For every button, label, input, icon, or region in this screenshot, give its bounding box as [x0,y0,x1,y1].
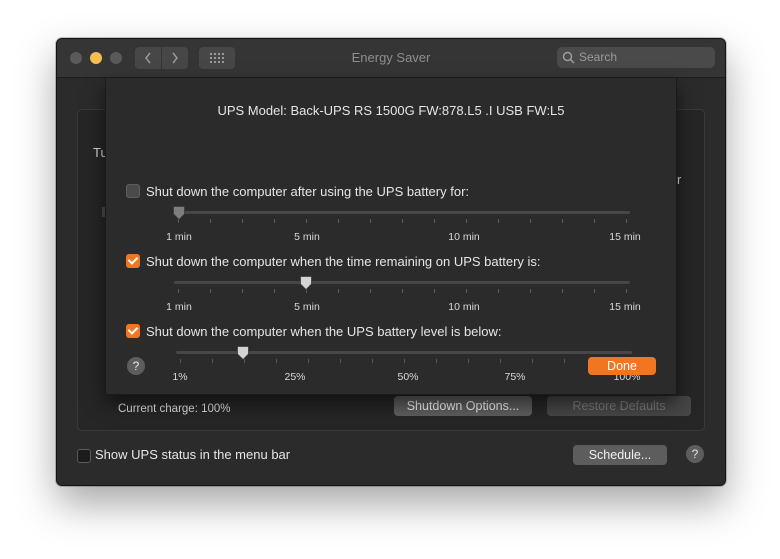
restore-defaults-button[interactable]: Restore Defaults [547,396,691,416]
hidden-label-right: r [677,172,682,187]
slider-tick [562,219,563,223]
slider-tick [532,359,533,363]
slider-tick [468,359,469,363]
slider-label: 75% [504,371,526,383]
slider-tick [242,289,243,293]
slider-label: 10 min [448,231,480,243]
search-icon [562,51,575,64]
slider-tick [404,359,405,363]
slider-tick [178,289,179,293]
slider-tick [530,219,531,223]
search-placeholder: Search [579,50,618,64]
slider-tick [530,289,531,293]
slider-tick [372,359,373,363]
slider-label: 10 min [448,301,480,313]
ups-model-label: UPS Model: Back-UPS RS 1500G FW:878.L5 .… [217,103,565,118]
current-charge: Current charge: 100% [118,403,231,415]
option-3-label: Shut down the computer when the UPS batt… [146,323,502,339]
option-1-checkbox[interactable] [126,184,140,198]
shutdown-options-sheet: UPS Model: Back-UPS RS 1500G FW:878.L5 .… [105,78,677,395]
slider-tick [594,289,595,293]
option-1-row[interactable]: Shut down the computer after using the U… [126,183,469,199]
shutdown-options-button[interactable]: Shutdown Options... [394,396,532,416]
slider-tick [626,219,627,223]
show-ups-status-label: Show UPS status in the menu bar [95,447,291,462]
option-1-label: Shut down the computer after using the U… [146,183,470,199]
slider-tick [338,289,339,293]
slider-tick [338,219,339,223]
title-bar: Energy Saver Search [57,39,725,78]
help-button[interactable]: ? [686,445,704,463]
slider-knob-icon[interactable] [299,275,313,291]
slider-tick [594,219,595,223]
slider-label: 15 min [609,301,641,313]
slider-tick [402,289,403,293]
option-3-row[interactable]: Shut down the computer when the UPS batt… [126,323,502,339]
slider-label: 15 min [609,231,641,243]
option-1-slider-track[interactable] [174,211,630,214]
slider-tick [466,289,467,293]
slider-tick [274,289,275,293]
slider-label: 1 min [166,231,192,243]
sheet-help-button[interactable]: ? [127,357,145,375]
slider-tick [306,219,307,223]
slider-tick [340,359,341,363]
schedule-button[interactable]: Schedule... [573,445,667,465]
slider-tick [434,289,435,293]
slider-knob-icon[interactable] [236,345,250,361]
slider-tick [434,219,435,223]
option-3-checkbox[interactable] [126,324,140,338]
slider-label: 50% [397,371,419,383]
slider-label: 5 min [294,301,320,313]
slider-tick [370,289,371,293]
slider-tick [276,359,277,363]
energy-saver-window: Energy Saver Search Tu r Current charge:… [56,38,726,486]
slider-tick [498,219,499,223]
show-ups-status-checkbox[interactable] [77,449,91,463]
slider-tick [436,359,437,363]
slider-label: 5 min [294,231,320,243]
slider-label: 25% [284,371,306,383]
slider-tick [370,219,371,223]
slider-tick [466,219,467,223]
slider-tick [402,219,403,223]
slider-label: 1% [172,371,188,383]
search-field[interactable]: Search [557,47,715,68]
option-2-row[interactable]: Shut down the computer when the time rem… [126,253,541,269]
slider-tick [180,359,181,363]
slider-tick [498,289,499,293]
slider-tick [500,359,501,363]
slider-tick [210,289,211,293]
done-button[interactable]: Done [588,357,656,375]
slider-tick [308,359,309,363]
slider-tick [210,219,211,223]
option-2-checkbox[interactable] [126,254,140,268]
option-2-label: Shut down the computer when the time rem… [146,253,541,269]
option-2-slider-track[interactable] [174,281,630,284]
slider-tick [626,289,627,293]
slider-label: 1 min [166,301,192,313]
slider-tick [562,289,563,293]
slider-tick [274,219,275,223]
slider-tick [242,219,243,223]
slider-tick [564,359,565,363]
slider-knob-icon[interactable] [172,205,186,221]
slider-tick [212,359,213,363]
